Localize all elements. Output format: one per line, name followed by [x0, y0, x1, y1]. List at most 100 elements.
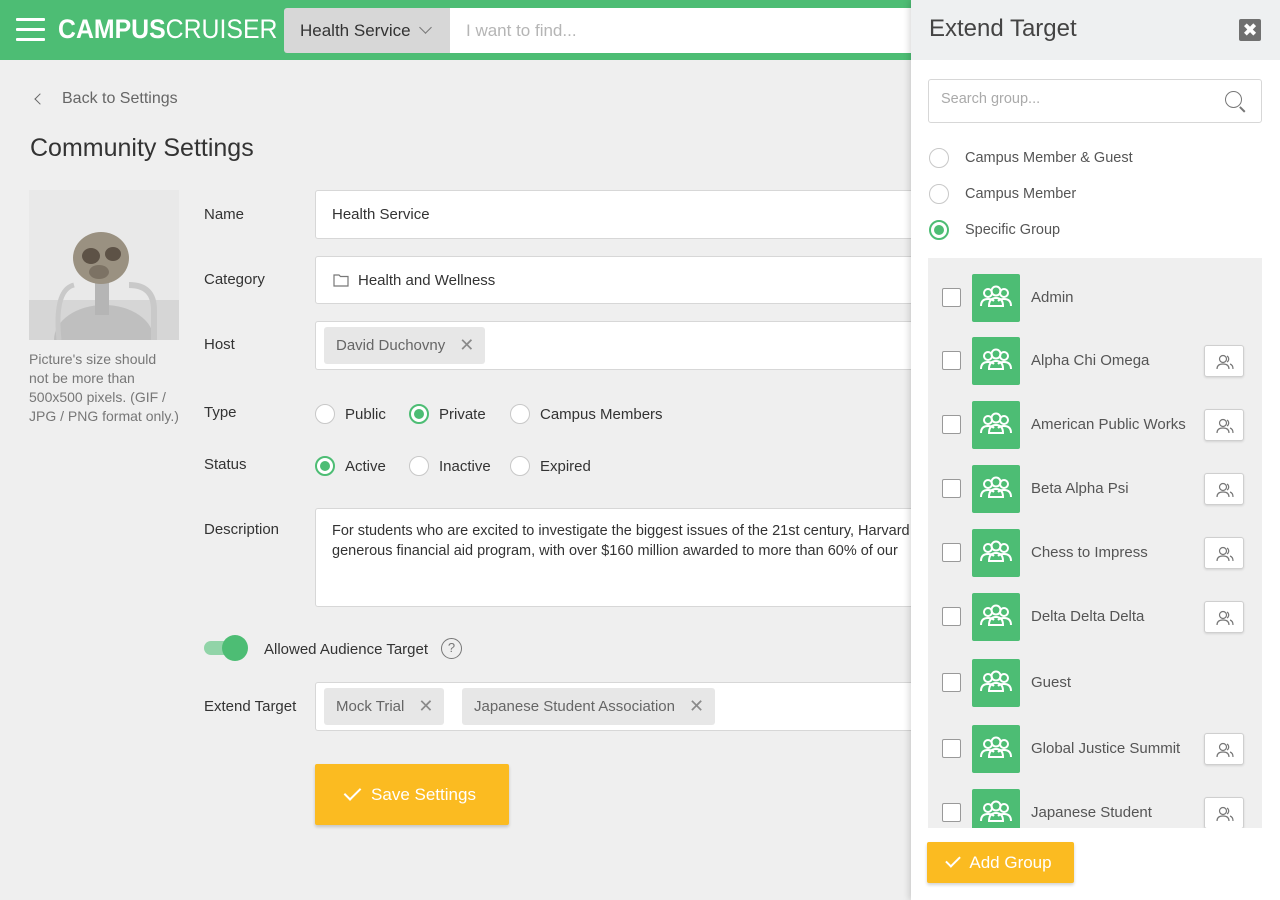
group-checkbox[interactable] — [942, 415, 961, 434]
folder-icon — [333, 274, 349, 287]
group-name: Global Justice Summit — [1031, 740, 1181, 757]
group-checkbox[interactable] — [942, 607, 961, 626]
group-search-input[interactable] — [941, 91, 1211, 107]
group-checkbox[interactable] — [942, 479, 961, 498]
view-members-button[interactable] — [1204, 537, 1244, 569]
radio-private-label: Private — [439, 405, 486, 423]
view-members-button[interactable] — [1204, 345, 1244, 377]
user-group-icon — [1216, 806, 1234, 822]
radio-inactive-label: Inactive — [439, 457, 491, 475]
radio-public[interactable] — [315, 404, 335, 424]
close-icon[interactable]: ✕ — [418, 696, 433, 717]
name-value: Health Service — [332, 206, 430, 223]
add-group-label: Add Group — [969, 852, 1052, 872]
radio-inactive[interactable] — [409, 456, 429, 476]
audience-target-label: Allowed Audience Target — [264, 641, 429, 658]
back-to-settings-link[interactable]: Back to Settings — [30, 90, 178, 108]
radio-private[interactable] — [409, 404, 429, 424]
chevron-left-icon — [34, 93, 46, 105]
group-avatar-icon — [972, 465, 1020, 513]
view-members-button[interactable] — [1204, 797, 1244, 828]
group-checkbox[interactable] — [942, 543, 961, 562]
radio-specific-group[interactable] — [929, 220, 949, 240]
save-settings-label: Save Settings — [371, 784, 476, 804]
description-text: For students who are excited to investig… — [332, 521, 910, 561]
description-textarea[interactable]: For students who are excited to investig… — [315, 508, 935, 607]
group-avatar-icon — [972, 401, 1020, 449]
close-icon[interactable]: ✕ — [689, 696, 704, 717]
group-row: American Public Works — [928, 401, 1262, 449]
group-checkbox[interactable] — [942, 288, 961, 307]
close-icon[interactable]: ✕ — [459, 335, 474, 356]
name-label: Name — [204, 206, 245, 223]
view-members-button[interactable] — [1204, 601, 1244, 633]
group-checkbox[interactable] — [942, 739, 961, 758]
audience-target-toggle[interactable] — [204, 635, 248, 661]
help-icon[interactable]: ? — [441, 638, 462, 659]
description-label: Description — [204, 521, 280, 538]
audience-option-specific-group[interactable]: Specific Group — [929, 220, 1060, 240]
extend-target-label: Extend Target — [204, 698, 297, 715]
check-icon — [343, 782, 362, 801]
radio-expired[interactable] — [510, 456, 530, 476]
close-icon[interactable]: ✖ — [1239, 19, 1261, 41]
group-search-field[interactable] — [928, 79, 1262, 123]
save-settings-button[interactable]: Save Settings — [315, 764, 509, 825]
audience-option-member[interactable]: Campus Member — [929, 184, 1076, 204]
user-group-icon — [1216, 354, 1234, 370]
global-search-input[interactable] — [450, 8, 920, 53]
radio-active[interactable] — [315, 456, 335, 476]
extend-target-field[interactable]: Mock Trial ✕ Japanese Student Associatio… — [315, 682, 935, 731]
group-name: Alpha Chi Omega — [1031, 352, 1150, 369]
check-icon — [945, 851, 962, 868]
group-row: Guest — [928, 659, 1262, 707]
type-radio-campus-members[interactable]: Campus Members — [510, 404, 663, 424]
add-group-button[interactable]: Add Group — [927, 842, 1074, 883]
radio-member[interactable] — [929, 184, 949, 204]
radio-campus-members[interactable] — [510, 404, 530, 424]
status-radio-expired[interactable]: Expired — [510, 456, 591, 476]
search-icon[interactable] — [1225, 91, 1246, 113]
extend-target-tag: Japanese Student Association ✕ — [462, 688, 715, 725]
group-checkbox[interactable] — [942, 673, 961, 692]
group-avatar-icon — [972, 337, 1020, 385]
status-radio-inactive[interactable]: Inactive — [409, 456, 491, 476]
host-field[interactable]: David Duchovny ✕ — [315, 321, 935, 370]
name-field[interactable]: Health Service — [315, 190, 935, 239]
group-avatar-icon — [972, 725, 1020, 773]
community-select[interactable]: Health Service — [284, 8, 450, 53]
group-checkbox[interactable] — [942, 803, 961, 822]
radio-expired-label: Expired — [540, 457, 591, 475]
group-name: American Public Works — [1031, 416, 1186, 433]
group-name: Chess to Impress — [1031, 544, 1148, 561]
brand-logo[interactable]: CAMPUSCRUISER — [58, 14, 277, 45]
status-radio-active[interactable]: Active — [315, 456, 386, 476]
radio-member-guest[interactable] — [929, 148, 949, 168]
host-tag-label: David Duchovny — [336, 337, 446, 354]
audience-option-member-guest[interactable]: Campus Member & Guest — [929, 148, 1133, 168]
type-radio-private[interactable]: Private — [409, 404, 486, 424]
radio-campus-members-label: Campus Members — [540, 405, 663, 423]
status-label: Status — [204, 456, 247, 473]
group-row: Alpha Chi Omega — [928, 337, 1262, 385]
panel-title: Extend Target — [929, 15, 1077, 42]
group-row: Chess to Impress — [928, 529, 1262, 577]
group-list[interactable]: Admin Alpha Chi Omega American Public Wo… — [928, 258, 1262, 828]
extend-target-panel: Extend Target ✖ Campus Member & Guest Ca… — [911, 0, 1280, 900]
group-name: Beta Alpha Psi — [1031, 480, 1129, 497]
audience-option-label: Specific Group — [965, 222, 1061, 238]
group-checkbox[interactable] — [942, 351, 961, 370]
group-row: Global Justice Summit — [928, 725, 1262, 773]
group-avatar-icon — [972, 659, 1020, 707]
host-tag: David Duchovny ✕ — [324, 327, 486, 364]
view-members-button[interactable] — [1204, 733, 1244, 765]
menu-icon[interactable] — [16, 18, 45, 42]
type-radio-public[interactable]: Public — [315, 404, 386, 424]
group-row: Japanese Student — [928, 789, 1262, 828]
view-members-button[interactable] — [1204, 409, 1244, 441]
group-row: Beta Alpha Psi — [928, 465, 1262, 513]
user-group-icon — [1216, 610, 1234, 626]
community-picture[interactable] — [29, 190, 179, 340]
view-members-button[interactable] — [1204, 473, 1244, 505]
category-field[interactable]: Health and Wellness — [315, 256, 935, 304]
